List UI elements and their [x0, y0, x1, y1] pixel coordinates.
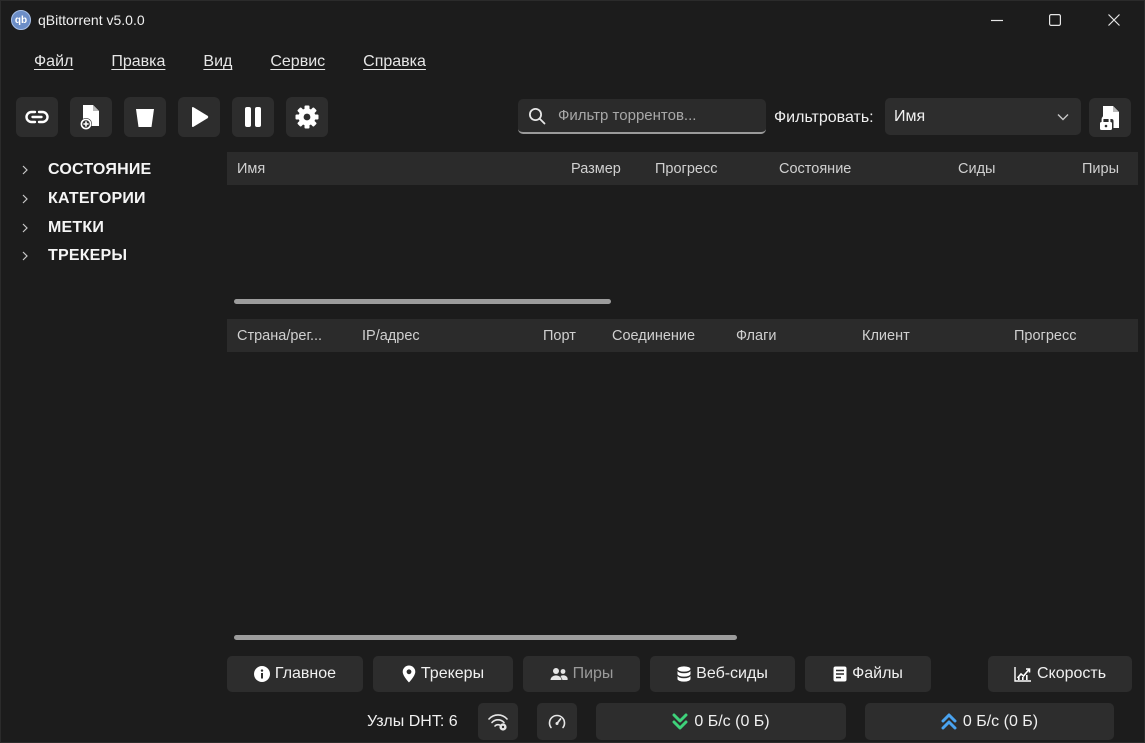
menu-view[interactable]: Вид [184, 51, 251, 77]
tab-general-label: Главное [274, 665, 337, 682]
dht-nodes-status: Узлы DHT: 6 [367, 713, 458, 730]
sidebar-item-status[interactable]: СОСТОЯНИЕ [19, 156, 219, 185]
torrent-table-header: Имя Размер Прогресс Состояние Сиды Пиры [227, 152, 1138, 185]
add-torrent-link-button[interactable] [16, 97, 58, 137]
link-icon [25, 110, 49, 124]
download-speed-value: 0 Б/с (0 Б) [694, 712, 770, 730]
network-wifi-icon [488, 713, 508, 731]
tab-peers[interactable]: Пиры [523, 656, 640, 692]
tab-files[interactable]: Файлы [805, 656, 931, 692]
column-name[interactable]: Имя [237, 161, 265, 177]
trash-icon [136, 109, 154, 127]
chevron-down-icon [1057, 113, 1069, 120]
maximize-button[interactable] [1026, 1, 1084, 39]
minimize-button[interactable] [968, 1, 1026, 39]
delete-torrent-button[interactable] [124, 97, 166, 137]
info-icon [253, 666, 270, 682]
users-icon [550, 667, 568, 681]
sidebar-item-label: КАТЕГОРИИ [48, 190, 146, 208]
close-button[interactable] [1085, 1, 1143, 39]
column-flags[interactable]: Флаги [736, 328, 776, 344]
sidebar: СОСТОЯНИЕ КАТЕГОРИИ МЕТКИ ТРЕКЕРЫ [19, 156, 219, 271]
sidebar-item-categories[interactable]: КАТЕГОРИИ [19, 185, 219, 214]
database-icon [677, 666, 691, 682]
peer-table-scrollbar[interactable] [234, 635, 737, 640]
sidebar-item-trackers[interactable]: ТРЕКЕРЫ [19, 242, 219, 271]
upload-arrows-icon [941, 713, 957, 731]
tab-speed-label: Скорость [1036, 665, 1107, 682]
search-input[interactable] [558, 107, 758, 124]
peer-table-header: Страна/рег... IP/адрес Порт Соединение Ф… [227, 319, 1138, 352]
qbittorrent-logo-icon: qb [11, 10, 31, 30]
tab-general[interactable]: Главное [227, 656, 363, 692]
filter-by-value: Имя [894, 107, 926, 125]
column-connection[interactable]: Соединение [612, 328, 695, 344]
column-client[interactable]: Клиент [862, 328, 910, 344]
file-lock-icon [1098, 105, 1119, 130]
column-seeds[interactable]: Сиды [958, 161, 995, 177]
column-ip[interactable]: IP/адрес [362, 328, 420, 344]
column-port[interactable]: Порт [543, 328, 576, 344]
speed-chart-icon [1014, 666, 1032, 682]
speedometer-icon [548, 714, 566, 728]
filter-by-label: Фильтровать: [774, 109, 874, 126]
tab-trackers-label: Трекеры [420, 665, 485, 682]
lock-ui-button[interactable] [1089, 98, 1131, 137]
search-icon [528, 107, 546, 125]
pause-icon [245, 107, 261, 127]
sidebar-item-label: ТРЕКЕРЫ [48, 247, 128, 265]
torrent-filter-search [518, 99, 766, 134]
tab-webseeds[interactable]: Веб-сиды [650, 656, 795, 692]
column-peers[interactable]: Пиры [1082, 161, 1119, 177]
column-progress[interactable]: Прогресс [655, 161, 717, 177]
tab-files-label: Файлы [852, 665, 903, 682]
map-pin-icon [402, 665, 416, 683]
chevron-right-icon [19, 251, 31, 261]
tab-peers-label: Пиры [572, 665, 614, 682]
options-button[interactable] [286, 97, 328, 137]
chevron-right-icon [19, 194, 31, 204]
chevron-right-icon [19, 165, 31, 175]
close-icon [1108, 14, 1120, 26]
tab-speed[interactable]: Скорость [988, 656, 1132, 692]
filter-by-select[interactable]: Имя [885, 98, 1081, 135]
main-window: qb qBittorrent v5.0.0 Файл Правка Вид Се… [0, 0, 1145, 743]
menu-tools[interactable]: Сервис [251, 51, 344, 77]
file-list-icon [833, 666, 847, 682]
menu-help[interactable]: Справка [344, 51, 445, 77]
download-arrows-icon [672, 713, 688, 731]
download-speed-button[interactable]: 0 Б/с (0 Б) [596, 703, 846, 740]
add-file-icon [80, 105, 99, 130]
tab-trackers[interactable]: Трекеры [373, 656, 513, 692]
gear-icon [295, 105, 319, 129]
column-size[interactable]: Размер [571, 161, 621, 177]
minimize-icon [991, 19, 1003, 22]
connection-status-button[interactable] [478, 703, 518, 740]
window-title: qBittorrent v5.0.0 [38, 12, 145, 28]
column-status[interactable]: Состояние [779, 161, 851, 177]
menu-bar: Файл Правка Вид Сервис Справка [15, 51, 445, 77]
play-icon [192, 107, 209, 127]
maximize-icon [1049, 14, 1061, 26]
sidebar-item-tags[interactable]: МЕТКИ [19, 213, 219, 242]
pause-button[interactable] [232, 97, 274, 137]
alt-speed-limits-button[interactable] [537, 703, 577, 740]
menu-file[interactable]: Файл [15, 51, 92, 77]
torrent-table-scrollbar[interactable] [234, 299, 611, 304]
upload-speed-value: 0 Б/с (0 Б) [962, 712, 1039, 730]
sidebar-item-label: МЕТКИ [48, 218, 105, 236]
menu-edit[interactable]: Правка [92, 51, 184, 77]
add-torrent-file-button[interactable] [70, 97, 112, 137]
column-peer-progress[interactable]: Прогресс [1014, 328, 1076, 344]
column-country[interactable]: Страна/рег... [237, 328, 322, 344]
resume-button[interactable] [178, 97, 220, 137]
upload-speed-button[interactable]: 0 Б/с (0 Б) [865, 703, 1114, 740]
chevron-right-icon [19, 223, 31, 233]
sidebar-item-label: СОСТОЯНИЕ [48, 161, 152, 179]
title-bar: qb qBittorrent v5.0.0 [1, 1, 1144, 39]
tab-webseeds-label: Веб-сиды [696, 665, 768, 682]
